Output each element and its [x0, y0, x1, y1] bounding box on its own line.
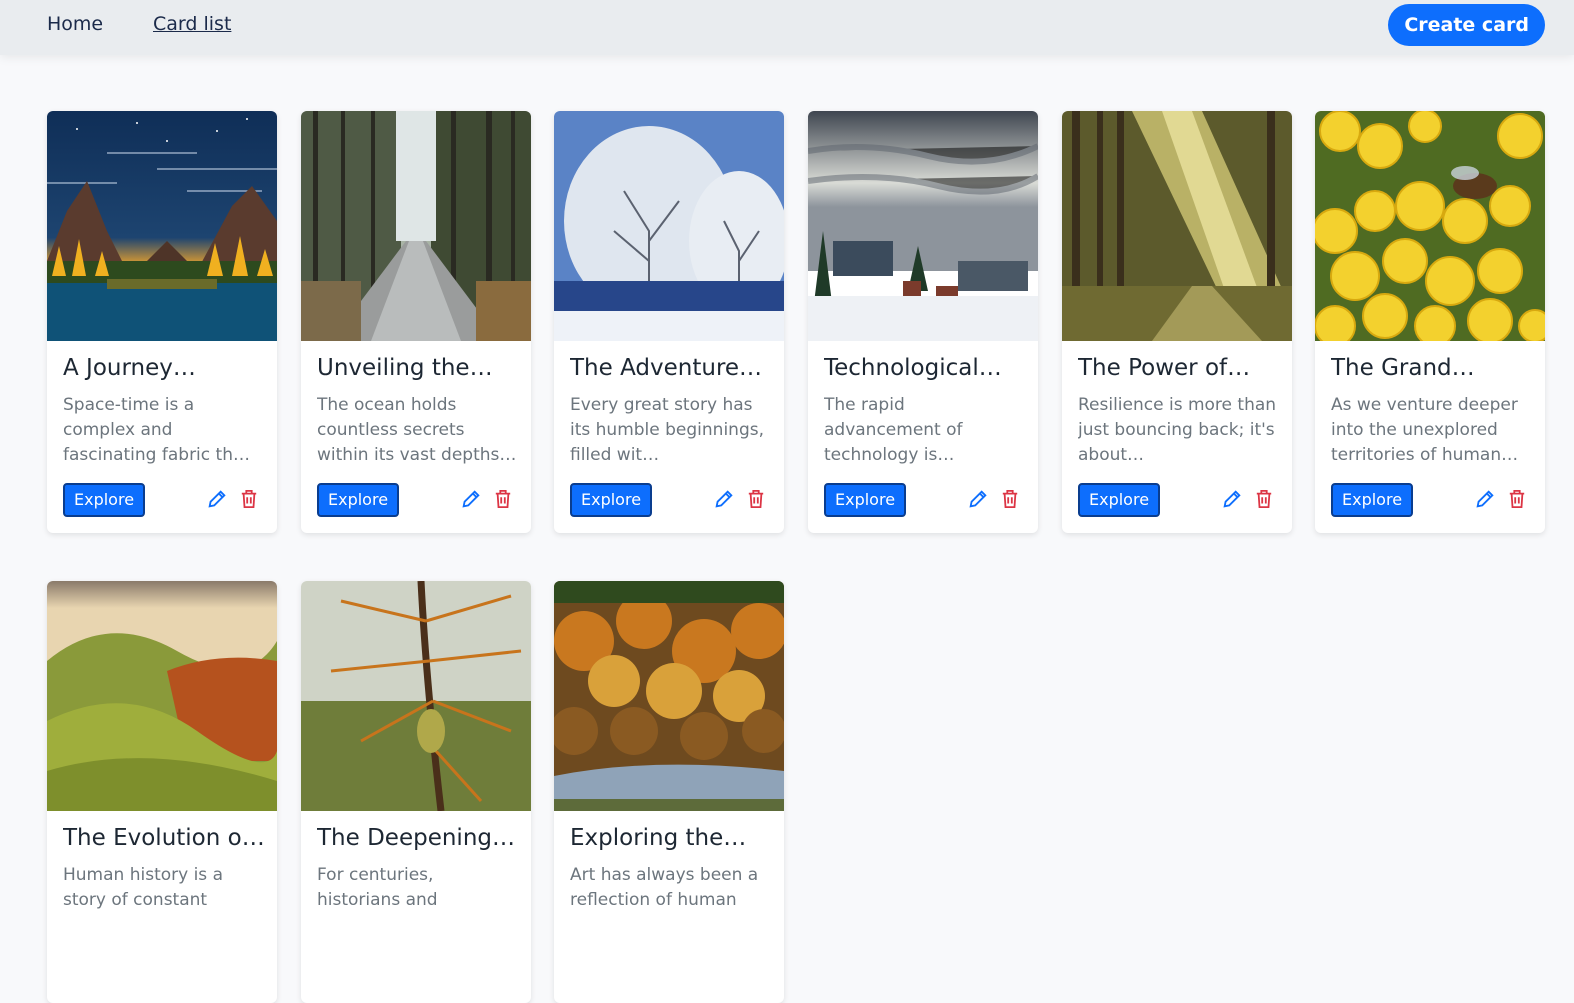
card-text: Resilience is more than just bouncing ba…: [1078, 395, 1277, 465]
trash-icon[interactable]: [1508, 489, 1526, 509]
card-text: Space-time is a complex and fascinating …: [63, 395, 250, 465]
card-text: For centuries, historians and: [317, 865, 438, 910]
card-image: [808, 111, 1038, 341]
card-title: Exploring the…: [570, 825, 747, 851]
trash-icon[interactable]: [1001, 489, 1019, 509]
card-image: [47, 111, 277, 341]
create-card-button[interactable]: Create card: [1388, 4, 1545, 46]
card: Exploring the… Art has always been a ref…: [554, 581, 784, 1003]
card-title: The Evolution o…: [63, 825, 265, 851]
trash-icon[interactable]: [494, 489, 512, 509]
card: The Adventure… Every great story has its…: [554, 111, 784, 533]
card-title: The Grand…: [1331, 355, 1475, 381]
card: The Deepening… For centuries, historians…: [301, 581, 531, 1003]
card-image: [47, 581, 277, 811]
card: Unveiling the… The ocean holds countless…: [301, 111, 531, 533]
card-title: The Deepening…: [317, 825, 515, 851]
explore-button[interactable]: Explore: [317, 483, 400, 517]
pencil-icon[interactable]: [206, 488, 228, 510]
card: Technological… The rapid advancement of …: [808, 111, 1038, 533]
card-text: Every great story has its humble beginni…: [570, 395, 764, 465]
card-image: [1315, 111, 1545, 341]
card-text: Art has always been a reflection of huma…: [570, 865, 759, 910]
card-title: The Adventure…: [570, 355, 763, 381]
explore-button[interactable]: Explore: [1078, 483, 1161, 517]
card-text: As we venture deeper into the unexplored…: [1331, 395, 1519, 465]
pencil-icon[interactable]: [460, 488, 482, 510]
card-text: Human history is a story of constant: [63, 865, 223, 910]
card-title: The Power of…: [1078, 355, 1251, 381]
nav-link-card-list[interactable]: Card list: [153, 13, 231, 35]
explore-button[interactable]: Explore: [570, 483, 653, 517]
top-navbar: Home Card list Create card: [0, 0, 1574, 55]
card-image: [301, 581, 531, 811]
card: The Power of… Resilience is more than ju…: [1062, 111, 1292, 533]
trash-icon[interactable]: [747, 489, 765, 509]
card-title: A Journey…: [63, 355, 196, 381]
card-text: The rapid advancement of technology is…: [824, 395, 963, 465]
card-title: Unveiling the…: [317, 355, 493, 381]
pencil-icon[interactable]: [967, 488, 989, 510]
explore-button[interactable]: Explore: [1331, 483, 1414, 517]
card: The Grand… As we venture deeper into the…: [1315, 111, 1545, 533]
trash-icon[interactable]: [240, 489, 258, 509]
nav-link-home[interactable]: Home: [47, 13, 103, 35]
card: The Evolution o… Human history is a stor…: [47, 581, 277, 1003]
card-image: [301, 111, 531, 341]
card-title: Technological…: [824, 355, 1002, 381]
explore-button[interactable]: Explore: [63, 483, 146, 517]
pencil-icon[interactable]: [713, 488, 735, 510]
card-text: The ocean holds countless secrets within…: [317, 395, 517, 465]
trash-icon[interactable]: [1255, 489, 1273, 509]
explore-button[interactable]: Explore: [824, 483, 907, 517]
pencil-icon[interactable]: [1474, 488, 1496, 510]
card-image: [554, 581, 784, 811]
pencil-icon[interactable]: [1221, 488, 1243, 510]
card-image: [554, 111, 784, 341]
card: A Journey… Space-time is a complex and f…: [47, 111, 277, 533]
card-image: [1062, 111, 1292, 341]
